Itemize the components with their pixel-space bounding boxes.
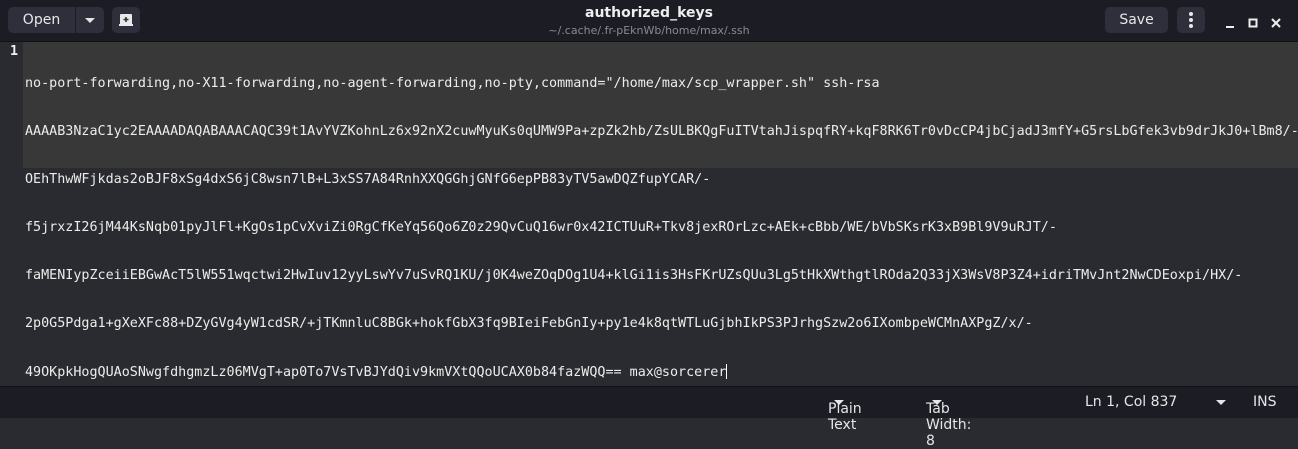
line-number-gutter: 1 [0,42,22,386]
minimize-icon [1226,26,1234,28]
close-button[interactable] [1270,14,1282,33]
maximize-icon [1248,18,1258,28]
close-icon [1271,18,1281,28]
text-line[interactable]: 2p0G5Pdga1+gXeXFc88+DZyGVg4yW1cdSR/+jTKm… [25,316,1298,332]
status-bar: Plain Text Tab Width: 8 Ln 1, Col 837 IN… [0,386,1298,449]
header-bar: Open authorized_keys ~/.cache/.fr-pEknWb… [0,0,1298,42]
chevron-down-icon [1216,399,1226,405]
insert-mode[interactable]: INS [1253,394,1277,410]
kebab-menu-icon [1189,12,1193,28]
text-line[interactable]: faMENIypZceiiEBGwAcT5lW551wqctwi2HwIuv12… [25,268,1298,284]
save-button[interactable]: Save [1105,7,1168,33]
text-line[interactable]: f5jrxzI26jM44KsNqb01pyJlFl+KgOs1pCvXviZi… [25,220,1298,236]
tab-width-label: Tab Width: 8 [926,401,972,449]
language-label: Plain Text [828,401,862,433]
save-label: Save [1119,12,1154,28]
tab-width-selector[interactable]: Tab Width: 8 [926,394,971,449]
text-line[interactable]: no-port-forwarding,no-X11-forwarding,no-… [25,76,1298,92]
menu-button[interactable] [1177,7,1205,33]
text-line[interactable]: 49OKpkHogQUAoSNwgfdhgmzLz06MVgT+ap0To7Vs… [25,365,726,380]
language-selector[interactable]: Plain Text [828,394,862,433]
maximize-button[interactable] [1247,14,1259,33]
position-menu-button[interactable] [1210,394,1226,410]
text-line-last[interactable]: 49OKpkHogQUAoSNwgfdhgmzLz06MVgT+ap0To7Vs… [25,364,1298,381]
cursor-position[interactable]: Ln 1, Col 837 [1085,394,1177,410]
text-cursor [726,364,728,379]
file-title: authorized_keys [585,5,713,21]
minimize-button[interactable] [1224,14,1236,33]
text-line[interactable]: OEhThwWFjkdas2oBJF8xSg4dxS6jC8wsn7lB+L3x… [25,172,1298,188]
line-number: 1 [10,44,19,59]
file-path: ~/.cache/.fr-pEknWb/home/max/.ssh [548,24,750,37]
text-line[interactable]: AAAAB3NzaC1yc2EAAAADAQABAAACAQC39t1AvYVZ… [25,124,1298,140]
